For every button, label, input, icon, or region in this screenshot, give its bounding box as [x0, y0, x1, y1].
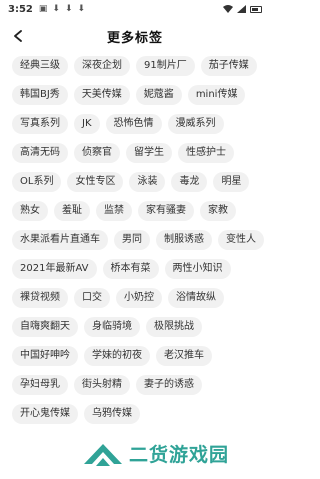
- tag-chip[interactable]: 极限挑战: [146, 317, 202, 337]
- status-time: 3:52: [8, 3, 33, 15]
- tag-chip[interactable]: mini传媒: [187, 85, 246, 105]
- notification-icon: ▣: [38, 4, 48, 14]
- tag-chip[interactable]: 羞耻: [54, 201, 90, 221]
- arrow-left-icon: [14, 30, 22, 42]
- tag-chip[interactable]: 高清无码: [12, 143, 68, 163]
- tag-chip[interactable]: 明星: [213, 172, 250, 192]
- tag-chip[interactable]: 性感护士: [178, 143, 234, 163]
- tag-chip[interactable]: 91制片厂: [136, 56, 195, 76]
- tag-chip[interactable]: 家教: [200, 201, 236, 221]
- tag-chip[interactable]: 留学生: [126, 143, 172, 163]
- tag-chip[interactable]: 妻子的诱惑: [136, 375, 202, 395]
- tag-chip[interactable]: 两性小知识: [164, 259, 231, 279]
- tag-chip[interactable]: 裸贷视频: [12, 288, 68, 308]
- tag-chip[interactable]: 身临骑境: [84, 317, 140, 337]
- download-icon: ⬇: [64, 4, 73, 14]
- back-button[interactable]: [8, 26, 28, 46]
- tag-chip[interactable]: 街头射精: [74, 375, 130, 395]
- download-icon: ⬇: [77, 4, 86, 14]
- watermark-text: 二货游戏园: [129, 443, 230, 466]
- tag-chip[interactable]: 老汉推车: [156, 346, 212, 366]
- tag-chip[interactable]: 家有骚妻: [138, 201, 194, 221]
- tag-chip[interactable]: 女性专区: [67, 172, 124, 192]
- tag-chip[interactable]: 侦察官: [74, 143, 120, 163]
- tag-chip[interactable]: 恐怖色情: [105, 114, 162, 134]
- tag-chip[interactable]: 漫威系列: [167, 114, 224, 134]
- tag-chip[interactable]: 2021年最新AV: [12, 259, 97, 279]
- signal-icon: [237, 5, 246, 13]
- tag-chip[interactable]: 中国好呻吟: [12, 346, 78, 366]
- tag-chip[interactable]: 浴情故纵: [168, 288, 224, 308]
- tag-chip[interactable]: 小奶控: [116, 288, 162, 308]
- watermark-logo-icon: [84, 444, 122, 466]
- tag-chip[interactable]: 深夜企划: [74, 56, 130, 76]
- download-icon: ⬇: [52, 4, 60, 14]
- page-title: 更多标签: [106, 30, 163, 46]
- tag-chip[interactable]: 韩国BJ秀: [12, 85, 68, 105]
- tag-chip[interactable]: OL系列: [12, 172, 62, 192]
- status-right: [223, 5, 262, 13]
- tag-chip[interactable]: 制服诱惑: [156, 230, 212, 250]
- watermark: 二货游戏园: [82, 438, 229, 468]
- tag-chip[interactable]: 写真系列: [12, 114, 68, 134]
- tag-chip[interactable]: 毒龙: [171, 172, 208, 192]
- tag-chip[interactable]: 变性人: [218, 230, 264, 250]
- tag-chip[interactable]: 经典三级: [12, 56, 68, 76]
- tag-chip[interactable]: 妮蔻酱: [135, 85, 182, 105]
- tag-list: 经典三级 深夜企划 91制片厂 茄子传媒韩国BJ秀 天美传媒 妮蔻酱 mini传媒写真系列 J…: [12, 56, 264, 424]
- tag-chip[interactable]: 男同: [114, 230, 150, 250]
- tag-chip[interactable]: 开心鬼传媒: [12, 404, 78, 424]
- tag-chip[interactable]: 茄子传媒: [200, 56, 257, 76]
- tag-chip[interactable]: 熟女: [12, 201, 48, 221]
- tag-chip[interactable]: 桥本有菜: [102, 259, 159, 279]
- battery-icon: [250, 5, 262, 13]
- notification-icons: ▣ ⬇ ⬇ ⬇: [39, 4, 85, 14]
- tag-chip[interactable]: 学妹的初夜: [84, 346, 150, 366]
- tag-chip[interactable]: 天美传媒: [73, 85, 130, 105]
- header: 更多标签: [0, 22, 270, 50]
- status-bar: 3:52 ▣ ⬇ ⬇ ⬇: [0, 0, 270, 18]
- tag-chip[interactable]: 水果派看片直通车: [12, 230, 108, 250]
- tag-chip[interactable]: 孕妇母乳: [12, 375, 68, 395]
- wifi-icon: [223, 5, 233, 13]
- tag-chip[interactable]: 乌鸦传媒: [84, 404, 140, 424]
- tag-chip[interactable]: JK: [74, 114, 100, 134]
- tag-chip[interactable]: 自嗨爽翻天: [12, 317, 78, 337]
- tag-chip[interactable]: 监禁: [96, 201, 132, 221]
- tag-chip[interactable]: 口交: [74, 288, 110, 308]
- tag-chip[interactable]: 泳装: [129, 172, 166, 192]
